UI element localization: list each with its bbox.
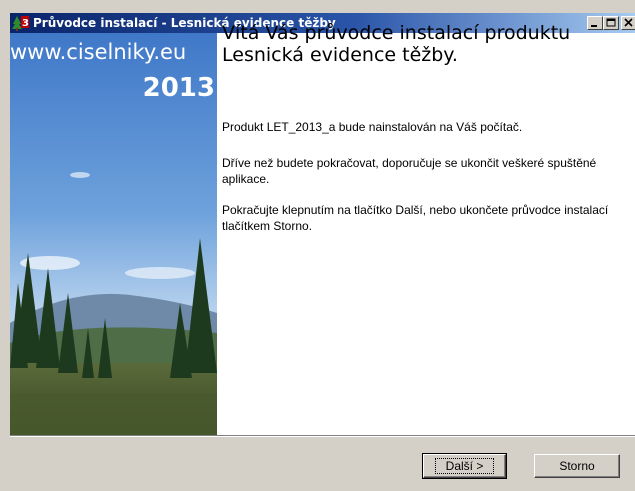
app-tree-icon: 3 — [12, 15, 29, 31]
next-button-label: Další > — [434, 458, 495, 474]
brand-year: 2013 — [142, 73, 215, 103]
installer-window: 3 Průvodce instalací - Lesnická evidence… — [0, 0, 635, 491]
next-button[interactable]: Další > — [422, 453, 507, 479]
svg-text:3: 3 — [22, 18, 29, 29]
cancel-button[interactable]: Storno — [534, 454, 620, 478]
close-icon — [624, 18, 633, 27]
wizard-side-image: www.ciselniky.eu 2013 — [10, 33, 217, 435]
close-apps-advice-text: Dříve než budete pokračovat, doporučuje … — [222, 156, 597, 186]
wizard-page: www.ciselniky.eu 2013 — [10, 33, 635, 435]
continue-instructions-text: Pokračujte klepnutím na tlačítko Další, … — [222, 203, 609, 233]
footer-separator — [10, 435, 635, 437]
close-button[interactable] — [621, 16, 635, 30]
install-target-text: Produkt LET_2013_a bude nainstalován na … — [222, 120, 523, 134]
brand-url: www.ciselniky.eu — [10, 40, 187, 64]
page-heading: Vítá Vás průvodce instalací produktu Les… — [222, 22, 571, 66]
